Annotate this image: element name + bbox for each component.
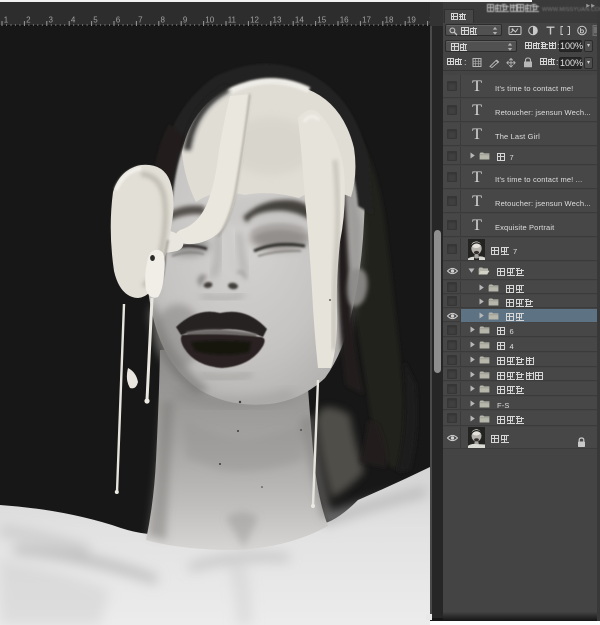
svg-text:19: 19 [407,16,416,25]
svg-text:8: 8 [161,16,166,25]
svg-text:10: 10 [205,16,214,25]
svg-text:15: 15 [317,16,326,25]
svg-text:16: 16 [340,16,349,25]
svg-text:6: 6 [116,16,121,25]
svg-text:7: 7 [138,16,143,25]
svg-text:13: 13 [273,16,282,25]
svg-text:2: 2 [26,16,31,25]
svg-text:9: 9 [183,16,188,25]
svg-text:4: 4 [71,16,76,25]
svg-text:14: 14 [295,16,304,25]
svg-text:17: 17 [362,16,371,25]
svg-text:11: 11 [228,16,237,25]
svg-text:3: 3 [49,16,54,25]
svg-text:1: 1 [4,16,9,25]
svg-text:5: 5 [93,16,98,25]
svg-text:12: 12 [250,16,259,25]
svg-text:18: 18 [385,16,394,25]
